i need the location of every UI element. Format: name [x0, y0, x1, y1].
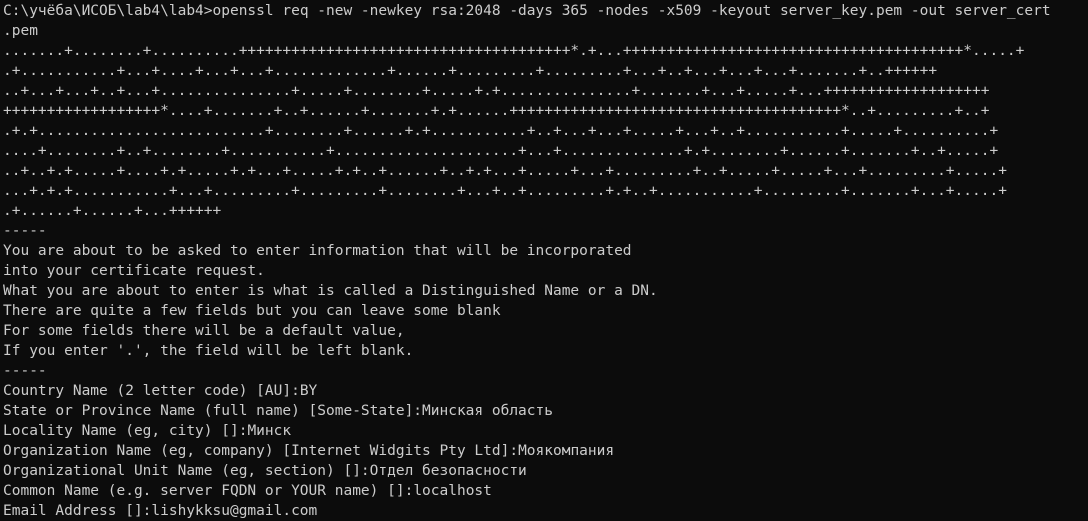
command-prompt: C:\учёба\ИСОБ\lab4\lab4> — [3, 3, 213, 19]
field-value: BY — [299, 383, 318, 399]
keygen-progress-line: ..+..+.+.....+....+.+.....+.+...+.....+.… — [3, 163, 1007, 179]
keygen-progress-line: ++++++++++++++++++*....+.......+..+.....… — [3, 103, 990, 119]
field-organization: Organization Name (eg, company) [Interne… — [3, 441, 1088, 461]
terminal-window[interactable]: C:\учёба\ИСОБ\lab4\lab4>openssl req -new… — [0, 0, 1088, 521]
field-prompt: Email Address []: — [3, 503, 152, 519]
keygen-progress-line: ....+........+..+........+...........+..… — [3, 143, 999, 159]
field-prompt: Locality Name (eg, city) []: — [3, 423, 248, 439]
field-email: Email Address []:lishykksu@gmail.com — [3, 501, 1088, 521]
field-value: Отдел безопасности — [369, 463, 527, 479]
field-organizational-unit: Organizational Unit Name (eg, section) [… — [3, 461, 1088, 481]
console-output: C:\учёба\ИСОБ\lab4\lab4>openssl req -new… — [3, 1, 1088, 521]
field-value: Минск — [247, 423, 292, 439]
keygen-progress-line: .+...........+...+....+...+...+.........… — [3, 63, 938, 79]
intro-line: There are quite a few fields but you can… — [3, 303, 501, 319]
field-prompt: Common Name (e.g. server FQDN or YOUR na… — [3, 483, 414, 499]
field-prompt: Organizational Unit Name (eg, section) [… — [3, 463, 370, 479]
field-state: State or Province Name (full name) [Some… — [3, 401, 1088, 421]
intro-line: into your certificate request. — [3, 263, 265, 279]
keygen-progress-line: .+......+......+...++++++ — [3, 203, 222, 219]
field-value: localhost — [413, 483, 492, 499]
field-locality: Locality Name (eg, city) []:Минск — [3, 421, 1088, 441]
separator-line: ----- — [3, 363, 47, 379]
command-line: C:\учёба\ИСОБ\lab4\lab4>openssl req -new… — [3, 1, 1088, 21]
field-prompt: Organization Name (eg, company) [Interne… — [3, 443, 519, 459]
field-prompt: State or Province Name (full name) [Some… — [3, 403, 423, 419]
field-value: Моякомпания — [518, 443, 615, 459]
field-value: Минская область — [422, 403, 553, 419]
keygen-progress-line: .......+........+..........+++++++++++++… — [3, 43, 1025, 59]
intro-line: What you are about to enter is what is c… — [3, 283, 658, 299]
field-value: lishykksu@gmail.com — [151, 503, 318, 519]
command-text: openssl req -new -newkey rsa:2048 -days … — [212, 3, 1051, 19]
separator-line: ----- — [3, 223, 47, 239]
keygen-progress-line: ...+.+.+...........+...+.........+......… — [3, 183, 1007, 199]
field-common-name: Common Name (e.g. server FQDN or YOUR na… — [3, 481, 1088, 501]
intro-line: If you enter '.', the field will be left… — [3, 343, 414, 359]
intro-line: You are about to be asked to enter infor… — [3, 243, 632, 259]
intro-line: For some fields there will be a default … — [3, 323, 405, 339]
field-country: Country Name (2 letter code) [AU]:BY — [3, 381, 1088, 401]
keygen-progress-line: .+.+..........................+........+… — [3, 123, 999, 139]
command-line-wrap: .pem — [3, 23, 38, 39]
field-prompt: Country Name (2 letter code) [AU]: — [3, 383, 300, 399]
keygen-progress-line: ..+...+...+..+...+...............+.....+… — [3, 83, 990, 99]
